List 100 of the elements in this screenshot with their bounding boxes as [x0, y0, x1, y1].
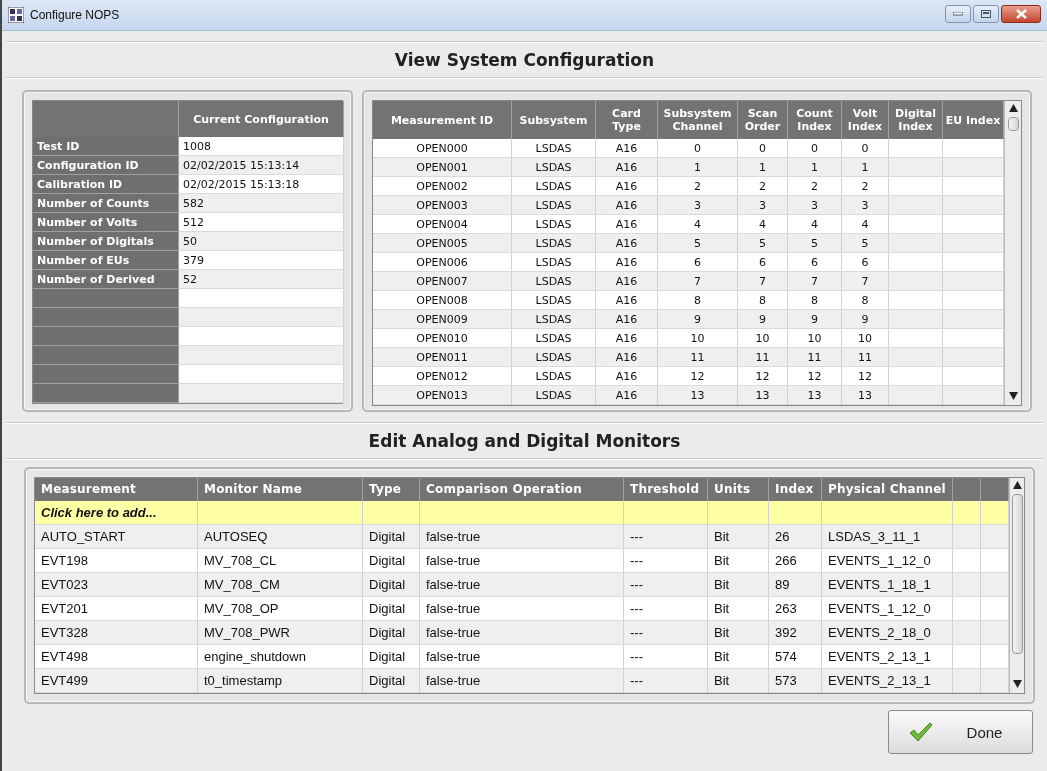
table-cell: t0_timestamp [198, 669, 363, 693]
table-cell: false-true [420, 525, 624, 549]
table-cell: OPEN010 [373, 329, 512, 348]
table-cell: 2 [738, 177, 788, 196]
table-cell: EVENTS_2_18_0 [822, 621, 953, 645]
table-cell: 11 [738, 348, 788, 367]
table-cell: OPEN008 [373, 291, 512, 310]
table-cell: LSDAS [512, 291, 596, 310]
table-cell: A16 [596, 291, 658, 310]
table-cell: 6 [842, 253, 889, 272]
table-cell: 3 [842, 196, 889, 215]
scroll-up-icon[interactable] [1011, 480, 1023, 492]
table-cell: A16 [596, 310, 658, 329]
column-header: Subsystem Channel [658, 101, 738, 139]
value-cell: 582 [179, 194, 344, 213]
table-cell: MV_708_OP [198, 597, 363, 621]
table-cell: MV_708_CL [198, 549, 363, 573]
scroll-down-icon[interactable] [1007, 391, 1019, 403]
table-cell: 2 [842, 177, 889, 196]
table-cell: Digital [363, 525, 420, 549]
scroll-up-icon[interactable] [1007, 103, 1019, 115]
table-cell: 13 [842, 386, 889, 405]
row-label: Test ID [33, 137, 179, 156]
table-cell: 5 [738, 234, 788, 253]
table-cell: OPEN012 [373, 367, 512, 386]
table-cell: 5 [788, 234, 842, 253]
scroll-thumb[interactable] [1011, 494, 1023, 654]
table-cell: 1 [788, 158, 842, 177]
table-cell: OPEN005 [373, 234, 512, 253]
table-cell: --- [624, 525, 708, 549]
close-button[interactable] [1001, 5, 1041, 23]
table-cell: Digital [363, 669, 420, 693]
value-cell: 02/02/2015 15:13:18 [179, 175, 344, 194]
table-cell: EVT023 [35, 573, 198, 597]
table-cell: OPEN009 [373, 310, 512, 329]
row-label: Number of Volts [33, 213, 179, 232]
column-header: Card Type [596, 101, 658, 139]
scroll-down-icon[interactable] [1011, 679, 1023, 691]
table-cell: OPEN003 [373, 196, 512, 215]
table-cell: 1 [658, 158, 738, 177]
table-cell: Digital [363, 597, 420, 621]
table-cell: 12 [842, 367, 889, 386]
table-cell: 11 [788, 348, 842, 367]
table-cell: Bit [708, 549, 769, 573]
table-cell: A16 [596, 253, 658, 272]
column-header: Threshold [624, 478, 708, 501]
table-cell: A16 [596, 367, 658, 386]
table-cell: A16 [596, 196, 658, 215]
table-cell: EVT201 [35, 597, 198, 621]
table-cell: 6 [738, 253, 788, 272]
table-cell: Bit [708, 621, 769, 645]
table-cell: AUTO_START [35, 525, 198, 549]
table-cell: 392 [769, 621, 822, 645]
maximize-button[interactable] [973, 5, 999, 23]
table-cell: OPEN001 [373, 158, 512, 177]
table-cell: Digital [363, 621, 420, 645]
column-header: Index [769, 478, 822, 501]
table-cell: 574 [769, 645, 822, 669]
table-cell: EVENTS_1_18_1 [822, 573, 953, 597]
table-cell: 1 [738, 158, 788, 177]
table-cell: 8 [738, 291, 788, 310]
add-row-cell[interactable]: Click here to add... [35, 501, 198, 525]
row-label: Number of Digitals [33, 232, 179, 251]
section-heading: View System Configuration [393, 49, 656, 72]
table-cell: A16 [596, 139, 658, 158]
table-cell: 10 [658, 329, 738, 348]
table-cell: EVT328 [35, 621, 198, 645]
table-cell: false-true [420, 621, 624, 645]
table-cell: 7 [788, 272, 842, 291]
table-cell: 8 [658, 291, 738, 310]
table-cell: 8 [788, 291, 842, 310]
table-cell: OPEN004 [373, 215, 512, 234]
table-cell: 12 [658, 367, 738, 386]
done-button[interactable]: Done [888, 710, 1033, 754]
table-cell: 0 [658, 139, 738, 158]
table-cell: 1 [842, 158, 889, 177]
scroll-thumb[interactable] [1007, 117, 1019, 131]
table-cell: AUTOSEQ [198, 525, 363, 549]
table-cell: A16 [596, 177, 658, 196]
table-cell: EVT498 [35, 645, 198, 669]
table-cell: Digital [363, 549, 420, 573]
scrollbar[interactable] [1009, 478, 1024, 693]
table-cell: Bit [708, 525, 769, 549]
table-cell: 8 [842, 291, 889, 310]
table-cell: false-true [420, 669, 624, 693]
app-icon [8, 7, 24, 23]
table-cell: LSDAS [512, 253, 596, 272]
column-header: Current Configuration [179, 101, 344, 137]
table-cell: MV_708_PWR [198, 621, 363, 645]
table-cell: A16 [596, 386, 658, 405]
maximize-icon [981, 10, 991, 18]
table-cell: EVENTS_1_12_0 [822, 549, 953, 573]
scrollbar[interactable] [1004, 101, 1021, 405]
table-cell: 26 [769, 525, 822, 549]
table-cell: 573 [769, 669, 822, 693]
row-label: Number of Counts [33, 194, 179, 213]
table-cell: Bit [708, 645, 769, 669]
table-cell: 6 [788, 253, 842, 272]
table-cell: 13 [738, 386, 788, 405]
table-cell: Bit [708, 573, 769, 597]
